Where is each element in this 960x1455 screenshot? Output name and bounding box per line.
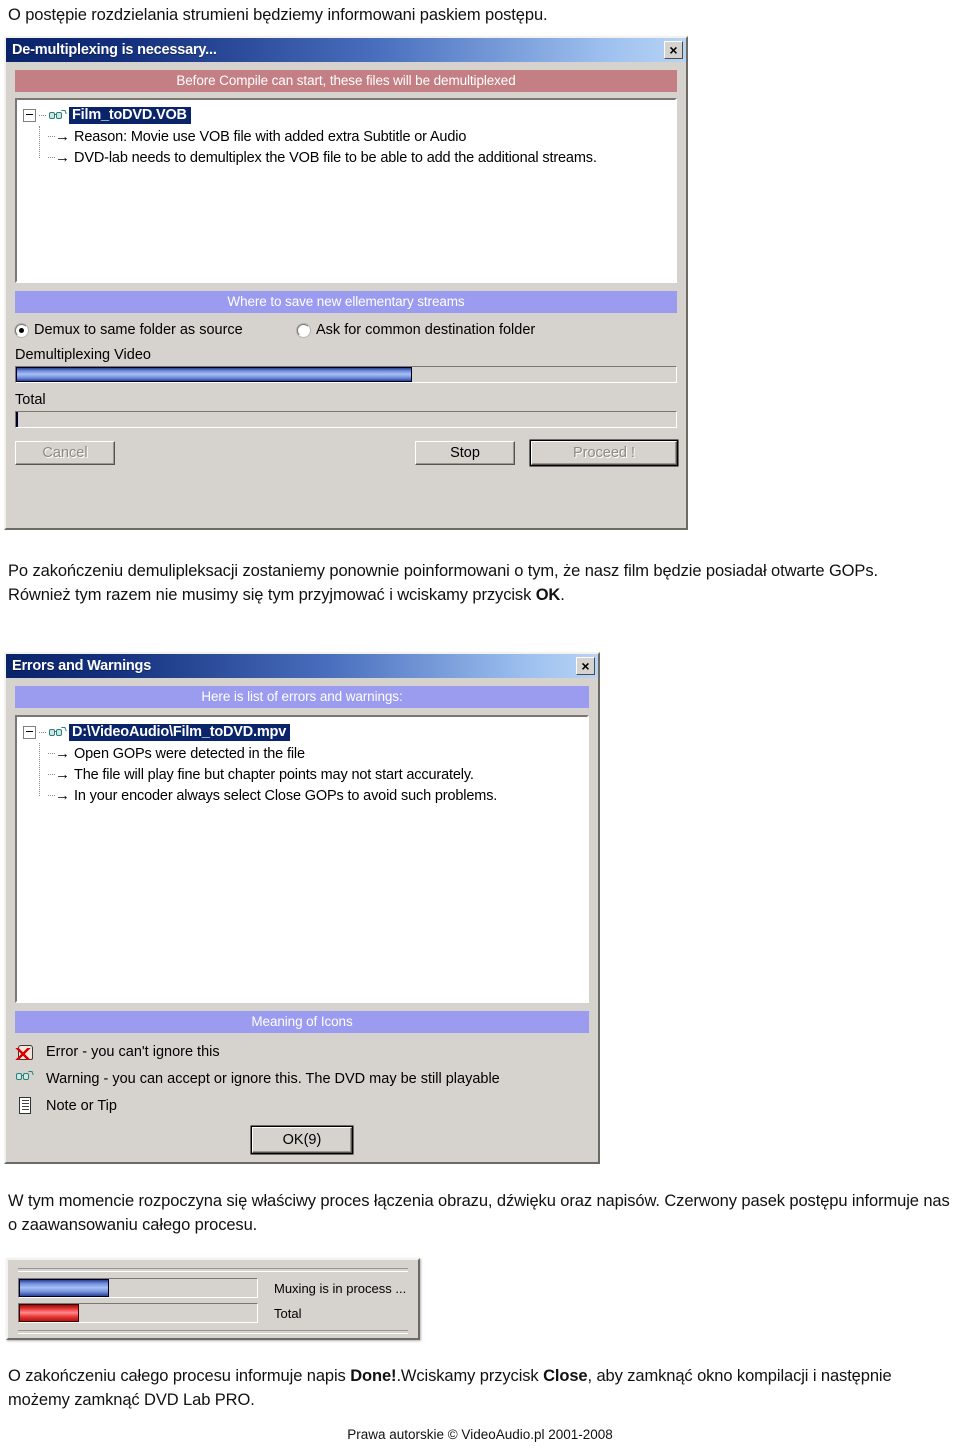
tree-root-label: Film_toDVD.VOB [69, 107, 191, 124]
mux-progress-bar [18, 1278, 258, 1298]
errors-top-banner: Here is list of errors and warnings: [15, 686, 589, 708]
errors-dialog-titlebar[interactable]: Errors and Warnings × [6, 654, 598, 678]
ok-button[interactable]: OK(9) [252, 1127, 352, 1153]
tree-item[interactable]: Reason: Movie use VOB file with added ex… [23, 126, 675, 147]
errors-button-row: OK(9) [15, 1127, 589, 1153]
legend-label: Note or Tip [46, 1097, 117, 1114]
final-text-1: O zakończeniu całego procesu informuje n… [8, 1367, 351, 1385]
tree-item-label: In your encoder always select Close GOPs… [74, 787, 498, 804]
tree-item-label: DVD-lab needs to demultiplex the VOB fil… [74, 149, 597, 166]
errors-dialog-title: Errors and Warnings [12, 658, 152, 674]
tree-content: D:\VideoAudio\Film_toDVD.mpv Open GOPs w… [17, 717, 587, 806]
arrow-icon [48, 767, 70, 782]
mux-total-label: Total [274, 1305, 302, 1321]
proceed-button[interactable]: Proceed ! [531, 441, 677, 465]
mux-row-total: Total [18, 1303, 408, 1323]
stop-button[interactable]: Stop [415, 441, 515, 465]
demux-destination-radio-group[interactable]: Demux to same folder as source Ask for c… [15, 322, 677, 338]
tree-item-label: Open GOPs were detected in the file [74, 745, 305, 762]
errors-file-tree[interactable]: D:\VideoAudio\Film_toDVD.mpv Open GOPs w… [15, 715, 589, 1003]
icon-legend: Error - you can't ignore this Warning - … [15, 1038, 589, 1119]
radio-label: Ask for common destination folder [316, 322, 536, 338]
demux-file-tree[interactable]: Film_toDVD.VOB Reason: Movie use VOB fil… [15, 98, 677, 283]
legend-row-error: Error - you can't ignore this [15, 1038, 589, 1065]
tree-root-row[interactable]: Film_toDVD.VOB [23, 105, 675, 126]
legend-label: Error - you can't ignore this [46, 1043, 220, 1060]
glasses-warning-icon [49, 109, 67, 122]
cancel-button[interactable]: Cancel [15, 441, 115, 465]
radio-ask-destination[interactable]: Ask for common destination folder [297, 322, 535, 338]
tree-item[interactable]: In your encoder always select Close GOPs… [23, 785, 587, 806]
intro-paragraph: O postępie rozdzielania strumieni będzie… [8, 6, 548, 24]
collapse-expander-icon[interactable] [23, 726, 36, 739]
progress-bar-total-fill [16, 412, 18, 427]
radio-indicator-icon[interactable] [15, 323, 28, 337]
document-page: O postępie rozdzielania strumieni będzie… [0, 0, 960, 1455]
tree-item[interactable]: The file will play fine but chapter poin… [23, 764, 587, 785]
legend-row-note: Note or Tip [15, 1092, 589, 1119]
radio-indicator-icon[interactable] [297, 323, 310, 337]
demux-dialog-title: De-multiplexing is necessary... [12, 42, 217, 58]
middle-paragraph: Po zakończeniu demulipleksacji zostaniem… [8, 560, 938, 608]
progress-bar-video-fill [16, 367, 412, 382]
tree-connector [39, 731, 46, 734]
collapse-expander-icon[interactable] [23, 109, 36, 122]
tree-children: Open GOPs were detected in the file The … [23, 743, 587, 806]
arrow-icon [48, 746, 70, 761]
final-paragraph: O zakończeniu całego procesu informuje n… [8, 1365, 954, 1413]
tree-children: Reason: Movie use VOB file with added ex… [23, 126, 675, 168]
radio-demux-same-folder[interactable]: Demux to same folder as source [15, 322, 297, 338]
muxing-paragraph: W tym momencie rozpoczyna się właściwy p… [8, 1192, 950, 1234]
demux-dialog-body: Before Compile can start, these files wi… [6, 62, 686, 474]
mux-row-process: Muxing is in process ... [18, 1278, 408, 1298]
tree-item-label: Reason: Movie use VOB file with added ex… [74, 128, 467, 145]
demux-purple-banner: Where to save new ellementary streams [15, 291, 677, 313]
glasses-warning-icon [15, 1067, 35, 1091]
mux-total-bar [18, 1303, 258, 1323]
errors-dialog-body: Here is list of errors and warnings: D:\… [6, 678, 598, 1162]
demux-dialog[interactable]: De-multiplexing is necessary... × Before… [4, 36, 688, 530]
progress-label-video: Demultiplexing Video [15, 347, 151, 363]
arrow-icon [48, 150, 70, 165]
glasses-warning-icon [49, 726, 67, 739]
mux-total-fill [19, 1304, 79, 1322]
legend-row-warning: Warning - you can accept or ignore this.… [15, 1065, 589, 1092]
final-close: Close [543, 1367, 588, 1385]
progress-bar-total [15, 411, 677, 428]
panel-divider-top [18, 1268, 408, 1272]
progress-label-total: Total [15, 392, 46, 408]
tree-content: Film_toDVD.VOB Reason: Movie use VOB fil… [17, 100, 675, 168]
middle-paragraph-ok: OK [535, 585, 561, 604]
panel-divider-bottom [18, 1330, 408, 1334]
tree-connector [39, 114, 46, 117]
final-done: Done! [350, 1367, 397, 1385]
legend-label: Warning - you can accept or ignore this.… [46, 1070, 500, 1087]
demux-dialog-titlebar[interactable]: De-multiplexing is necessary... × [6, 38, 686, 62]
note-document-icon [15, 1096, 35, 1116]
close-icon[interactable]: × [576, 657, 595, 675]
tree-root-label: D:\VideoAudio\Film_toDVD.mpv [69, 724, 291, 741]
tree-item-label: The file will play fine but chapter poin… [74, 766, 474, 783]
final-text-2: .Wciskamy przycisk [396, 1367, 544, 1385]
middle-paragraph-end: . [560, 585, 565, 604]
muxing-progress-panel: Muxing is in process ... Total [6, 1258, 420, 1340]
errors-bottom-banner: Meaning of Icons [15, 1011, 589, 1033]
radio-label: Demux to same folder as source [34, 322, 243, 338]
error-hand-icon [15, 1042, 35, 1062]
demux-button-row: Cancel Stop Proceed ! [15, 441, 677, 465]
copyright-footer: Prawa autorskie © VideoAudio.pl 2001-200… [347, 1427, 613, 1442]
errors-dialog[interactable]: Errors and Warnings × Here is list of er… [4, 652, 600, 1164]
arrow-icon [48, 129, 70, 144]
mux-progress-fill [19, 1279, 110, 1297]
progress-bar-video [15, 366, 677, 383]
tree-root-row[interactable]: D:\VideoAudio\Film_toDVD.mpv [23, 722, 587, 743]
arrow-icon [48, 788, 70, 803]
demux-red-banner: Before Compile can start, these files wi… [15, 70, 677, 92]
tree-item[interactable]: DVD-lab needs to demultiplex the VOB fil… [23, 147, 675, 168]
close-icon[interactable]: × [664, 41, 683, 59]
tree-item[interactable]: Open GOPs were detected in the file [23, 743, 587, 764]
middle-paragraph-text: Po zakończeniu demulipleksacji zostaniem… [8, 562, 878, 604]
mux-progress-label: Muxing is in process ... [274, 1280, 407, 1296]
